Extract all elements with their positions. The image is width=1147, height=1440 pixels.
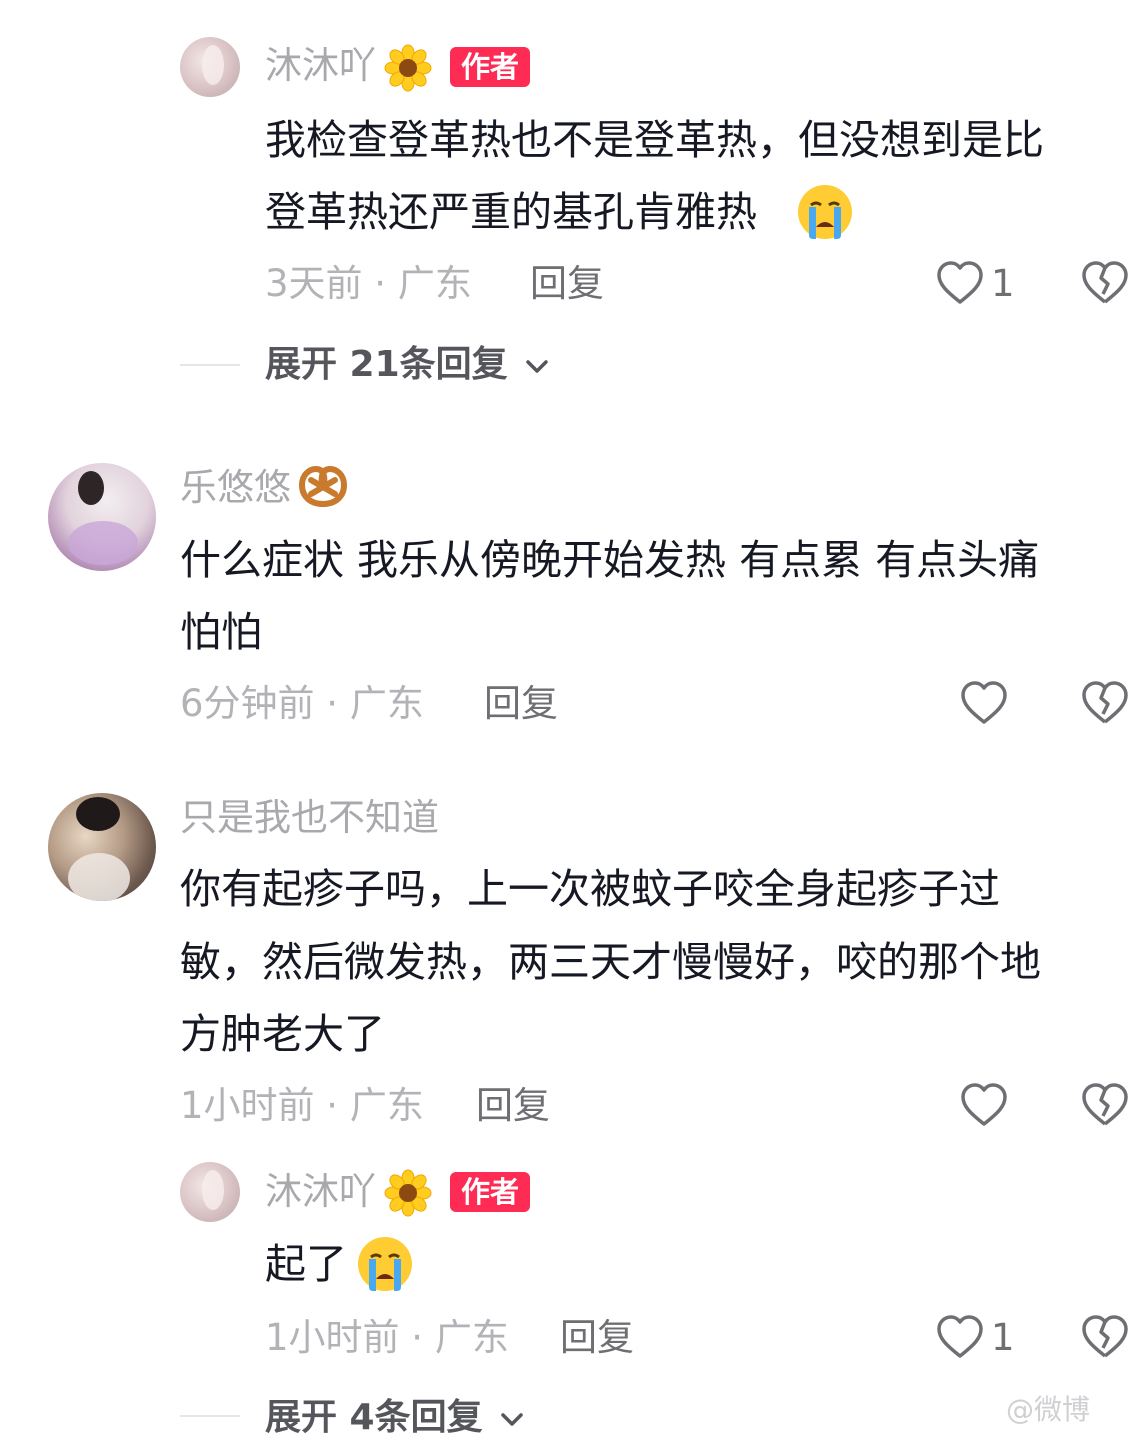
pretzel-icon: [298, 464, 348, 514]
comment-text-line: 我检查登革热也不是登革热，但没想到是比: [265, 116, 1044, 164]
chevron-down-icon: [501, 1413, 523, 1426]
divider: [180, 1415, 240, 1417]
avatar[interactable]: [48, 793, 156, 901]
crying-face-icon: [796, 183, 854, 245]
like-count: 1: [991, 262, 1015, 305]
reply-button[interactable]: 回复: [560, 1316, 634, 1360]
comment-text-line: 起了: [265, 1240, 347, 1288]
like-heart-icon[interactable]: [960, 1082, 1008, 1132]
watermark: @微博: [1006, 1393, 1091, 1426]
comment-text-line: 你有起疹子吗，上一次被蚊子咬全身起疹子过: [180, 865, 1000, 913]
dislike-broken-heart-icon[interactable]: [1081, 260, 1129, 310]
reply-button[interactable]: 回复: [476, 1084, 550, 1128]
author-badge: 作者: [450, 47, 531, 87]
timestamp-location: 6分钟前 · 广东: [180, 682, 424, 725]
like-heart-icon[interactable]: [936, 1314, 984, 1364]
sunflower-icon: [384, 1169, 432, 1221]
divider: [180, 364, 240, 366]
username[interactable]: 沐沐吖: [265, 1170, 376, 1214]
expand-replies-button[interactable]: 展开 21条回复: [265, 343, 550, 387]
sunflower-icon: [384, 44, 432, 96]
crying-face-icon: [356, 1235, 414, 1297]
dislike-broken-heart-icon[interactable]: [1081, 1082, 1129, 1132]
username[interactable]: 只是我也不知道: [180, 796, 439, 840]
timestamp-location: 3天前 · 广东: [265, 262, 472, 305]
avatar[interactable]: [180, 37, 240, 97]
expand-replies-button[interactable]: 展开 4条回复: [265, 1396, 525, 1440]
comment-text-line: 什么症状 我乐从傍晚开始发热 有点累 有点头痛: [180, 536, 1040, 584]
expand-replies-label: 展开 21条回复: [265, 344, 508, 385]
chevron-down-icon: [526, 360, 548, 373]
reply-button[interactable]: 回复: [484, 682, 558, 726]
username[interactable]: 乐悠悠: [180, 466, 291, 510]
avatar[interactable]: [180, 1162, 240, 1222]
like-count: 1: [991, 1316, 1015, 1359]
avatar[interactable]: [48, 463, 156, 571]
reply-button[interactable]: 回复: [530, 262, 604, 306]
comment-text-line: 登革热还严重的基孔肯雅热: [265, 188, 757, 236]
comment-text-line: 方肿老大了: [180, 1010, 385, 1058]
like-heart-icon[interactable]: [936, 260, 984, 310]
comment-text-line: 敏，然后微发热，两三天才慢慢好，咬的那个地: [180, 938, 1041, 986]
timestamp-location: 1小时前 · 广东: [265, 1316, 509, 1359]
timestamp-location: 1小时前 · 广东: [180, 1084, 424, 1127]
like-heart-icon[interactable]: [960, 680, 1008, 730]
username[interactable]: 沐沐吖: [265, 44, 376, 88]
comment-text-line: 怕怕: [180, 608, 262, 656]
author-badge: 作者: [450, 1172, 531, 1212]
dislike-broken-heart-icon[interactable]: [1081, 1314, 1129, 1364]
dislike-broken-heart-icon[interactable]: [1081, 680, 1129, 730]
